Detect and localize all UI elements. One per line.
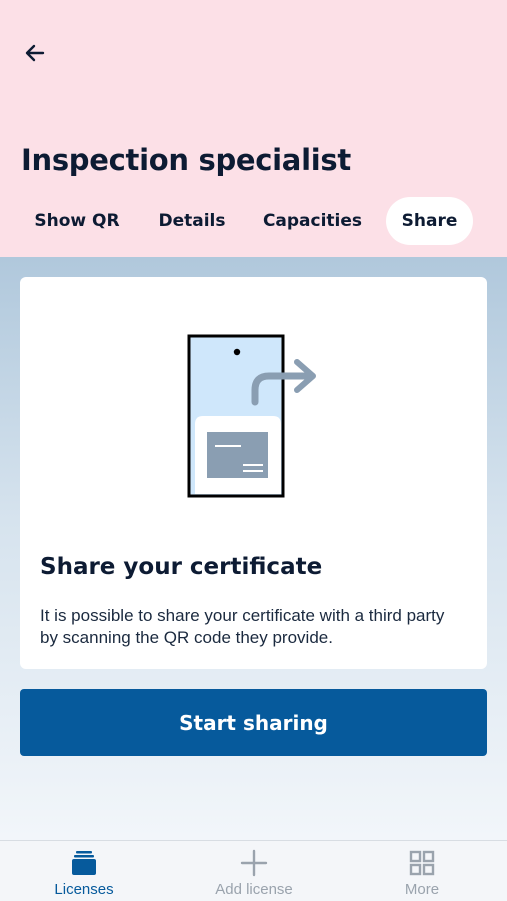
nav-label-licenses: Licenses bbox=[54, 881, 114, 898]
page-title: Inspection specialist bbox=[21, 143, 351, 177]
tab-details[interactable]: Details bbox=[146, 197, 238, 245]
phone-share-icon bbox=[187, 334, 316, 498]
card-title: Share your certificate bbox=[40, 554, 323, 580]
app-header: Inspection specialist Show QR Details Ca… bbox=[0, 0, 507, 257]
nav-item-licenses[interactable]: Licenses bbox=[9, 841, 159, 901]
tab-show-qr[interactable]: Show QR bbox=[22, 197, 132, 245]
main-content: Share your certificate It is possible to… bbox=[0, 257, 507, 840]
tab-capacities[interactable]: Capacities bbox=[255, 197, 370, 245]
start-sharing-button[interactable]: Start sharing bbox=[20, 689, 487, 756]
licenses-stack-icon bbox=[72, 851, 96, 875]
plus-icon bbox=[240, 849, 268, 877]
tab-bar: Show QR Details Capacities Share bbox=[0, 197, 507, 245]
share-card: Share your certificate It is possible to… bbox=[20, 277, 487, 669]
back-button[interactable] bbox=[18, 36, 52, 70]
card-description: It is possible to share your certificate… bbox=[40, 606, 445, 647]
tab-share[interactable]: Share bbox=[386, 197, 473, 245]
nav-item-more[interactable]: More bbox=[347, 841, 497, 901]
nav-label-add-license: Add license bbox=[215, 881, 293, 898]
nav-item-add-license[interactable]: Add license bbox=[179, 841, 329, 901]
nav-label-more: More bbox=[404, 881, 440, 898]
grid-icon bbox=[409, 850, 435, 876]
bottom-navigation: Licenses Add license More bbox=[0, 840, 507, 901]
arrow-left-icon bbox=[25, 44, 45, 62]
